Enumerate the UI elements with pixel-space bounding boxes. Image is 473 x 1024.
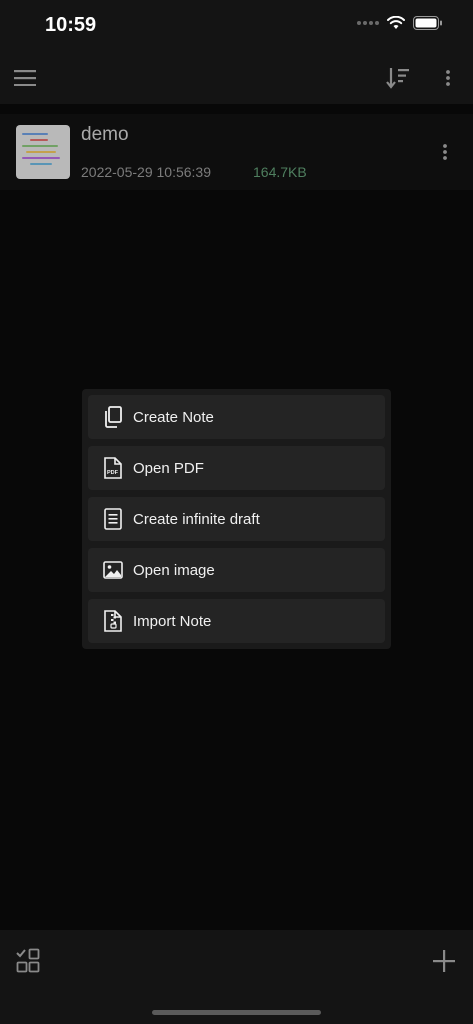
menu-item-open-image[interactable]: Open image xyxy=(88,548,385,592)
bottom-toolbar xyxy=(0,930,473,1024)
sort-icon xyxy=(386,68,409,89)
hamburger-menu-icon xyxy=(14,70,36,86)
menu-item-label: Open image xyxy=(133,561,215,579)
menu-button[interactable] xyxy=(11,64,39,92)
svg-text:PDF: PDF xyxy=(107,470,119,476)
multi-select-button[interactable] xyxy=(13,946,43,976)
menu-item-open-pdf[interactable]: PDF Open PDF xyxy=(88,446,385,490)
more-vertical-icon xyxy=(443,144,447,160)
signal-dots-icon xyxy=(357,21,379,25)
multi-select-icon xyxy=(16,948,40,973)
document-lines-icon xyxy=(104,508,122,530)
plus-icon xyxy=(433,950,455,972)
note-date: 2022-05-29 10:56:39 xyxy=(81,164,211,180)
note-size: 164.7KB xyxy=(253,164,307,180)
sort-button[interactable] xyxy=(384,64,412,92)
more-options-button[interactable] xyxy=(434,64,462,92)
menu-item-import-note[interactable]: Import Note xyxy=(88,599,385,643)
add-button[interactable] xyxy=(429,946,459,976)
status-icons xyxy=(357,16,443,30)
more-vertical-icon xyxy=(446,70,450,86)
image-icon xyxy=(103,561,123,579)
menu-item-label: Import Note xyxy=(133,612,212,630)
wifi-icon xyxy=(387,16,405,29)
home-indicator xyxy=(152,1010,321,1015)
note-more-button[interactable] xyxy=(435,140,455,164)
pdf-file-icon: PDF xyxy=(104,457,122,479)
battery-icon xyxy=(413,16,442,30)
note-title: demo xyxy=(81,124,129,145)
menu-item-create-infinite-draft[interactable]: Create infinite draft xyxy=(88,497,385,541)
note-thumbnail xyxy=(16,125,70,179)
menu-item-create-note[interactable]: Create Note xyxy=(88,395,385,439)
menu-item-label: Create Note xyxy=(133,408,214,426)
status-bar: 10:59 xyxy=(0,0,473,52)
menu-item-label: Open PDF xyxy=(133,459,204,477)
status-time: 10:59 xyxy=(45,14,97,36)
menu-item-label: Create infinite draft xyxy=(133,510,260,528)
zip-file-icon xyxy=(104,610,122,632)
note-list-item[interactable]: demo 2022-05-29 10:56:39 164.7KB xyxy=(0,114,473,190)
create-popup-menu: Create Note PDF Open PDF Create infinite… xyxy=(82,389,391,649)
copy-pages-icon xyxy=(105,406,122,428)
top-app-bar xyxy=(0,52,473,104)
